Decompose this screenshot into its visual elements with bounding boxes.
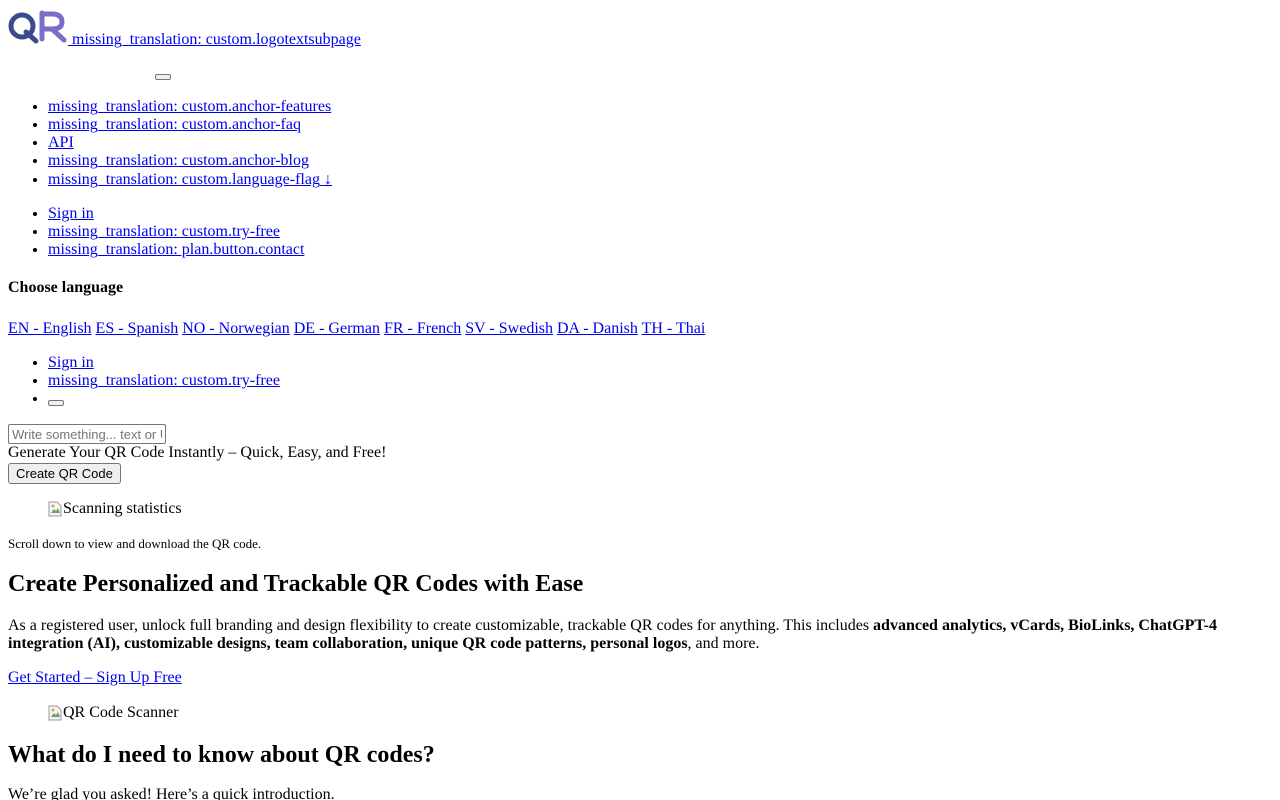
language-flag-label: missing_translation: custom.language-fla… bbox=[48, 171, 320, 188]
language-option-en[interactable]: EN - English bbox=[8, 320, 92, 337]
hero-headline: Generate Your QR Code Instantly – Quick,… bbox=[8, 444, 387, 461]
nav-item-features: missing_translation: custom.anchor-featu… bbox=[48, 98, 648, 116]
language-option-es[interactable]: ES - Spanish bbox=[96, 320, 179, 337]
language-heading: Choose language bbox=[8, 279, 124, 296]
mobile-nav: Sign in missing_translation: custom.try-… bbox=[0, 354, 648, 408]
qr-text-input[interactable] bbox=[8, 424, 166, 444]
nav-link-api[interactable]: API bbox=[48, 134, 74, 151]
broken-image-icon bbox=[48, 705, 62, 721]
language-option-fr[interactable]: FR - French bbox=[384, 320, 461, 337]
personalized-section-text: As a registered user, unlock full brandi… bbox=[8, 617, 1238, 653]
contact-link[interactable]: missing_translation: plan.button.contact bbox=[48, 241, 304, 258]
auth-item-contact: missing_translation: plan.button.contact bbox=[48, 241, 648, 259]
mobile-item-toggle bbox=[48, 390, 648, 408]
nav-link-language[interactable]: missing_translation: custom.language-fla… bbox=[48, 171, 332, 188]
language-list: EN - English ES - Spanish NO - Norwegian… bbox=[8, 320, 705, 338]
nav-item-faq: missing_translation: custom.anchor-faq bbox=[48, 116, 648, 134]
nav-item-blog: missing_translation: custom.anchor-blog bbox=[48, 152, 648, 170]
faq-section-title: What do I need to know about QR codes? bbox=[8, 742, 435, 768]
auth-item-sign-in: Sign in bbox=[48, 205, 648, 223]
logo-link[interactable]: missing_translation: custom.logotextsubp… bbox=[8, 8, 361, 49]
personalized-section-title: Create Personalized and Trackable QR Cod… bbox=[8, 571, 584, 597]
mobile-item-try-free: missing_translation: custom.try-free bbox=[48, 372, 648, 390]
qr-logo-icon bbox=[8, 8, 68, 44]
faq-intro-text: We’re glad you asked! Here’s a quick int… bbox=[8, 786, 335, 800]
language-option-no[interactable]: NO - Norwegian bbox=[182, 320, 290, 337]
language-option-sv[interactable]: SV - Swedish bbox=[465, 320, 553, 337]
nav-link-faq[interactable]: missing_translation: custom.anchor-faq bbox=[48, 116, 301, 133]
language-option-th[interactable]: TH - Thai bbox=[642, 320, 706, 337]
auth-item-try-free: missing_translation: custom.try-free bbox=[48, 223, 648, 241]
sign-in-link[interactable]: Sign in bbox=[48, 205, 94, 222]
menu-toggle-button[interactable] bbox=[155, 74, 171, 80]
qr-code-scanner-alt: QR Code Scanner bbox=[63, 704, 179, 721]
main-nav: missing_translation: custom.anchor-featu… bbox=[0, 98, 648, 190]
try-free-link[interactable]: missing_translation: custom.try-free bbox=[48, 223, 280, 240]
mobile-sign-in-link[interactable]: Sign in bbox=[48, 354, 94, 371]
mobile-try-free-link[interactable]: missing_translation: custom.try-free bbox=[48, 372, 280, 389]
auth-nav: Sign in missing_translation: custom.try-… bbox=[0, 205, 648, 259]
personalized-text-before: As a registered user, unlock full brandi… bbox=[8, 617, 874, 634]
personalized-text-after: , and more. bbox=[687, 635, 760, 652]
nav-item-api: API bbox=[48, 134, 648, 152]
language-option-da[interactable]: DA - Danish bbox=[557, 320, 638, 337]
qr-code-scanner-image: QR Code Scanner bbox=[48, 704, 179, 722]
mobile-item-sign-in: Sign in bbox=[48, 354, 648, 372]
create-qr-code-button[interactable]: Create QR Code bbox=[8, 463, 121, 484]
nav-link-blog[interactable]: missing_translation: custom.anchor-blog bbox=[48, 152, 309, 169]
nav-link-features[interactable]: missing_translation: custom.anchor-featu… bbox=[48, 98, 331, 115]
nav-item-language: missing_translation: custom.language-fla… bbox=[48, 170, 648, 190]
mobile-menu-toggle-button[interactable] bbox=[48, 400, 64, 407]
scan-note: Scroll down to view and download the QR … bbox=[8, 536, 262, 551]
arrow-down-icon: ↓ bbox=[323, 171, 332, 188]
language-option-de[interactable]: DE - German bbox=[294, 320, 380, 337]
get-started-link[interactable]: Get Started – Sign Up Free bbox=[8, 669, 182, 687]
logo-text: missing_translation: custom.logotextsubp… bbox=[72, 31, 361, 48]
broken-image-icon bbox=[48, 501, 62, 517]
scanning-statistics-image: Scanning statistics bbox=[48, 500, 182, 518]
scanning-statistics-alt: Scanning statistics bbox=[63, 500, 182, 517]
